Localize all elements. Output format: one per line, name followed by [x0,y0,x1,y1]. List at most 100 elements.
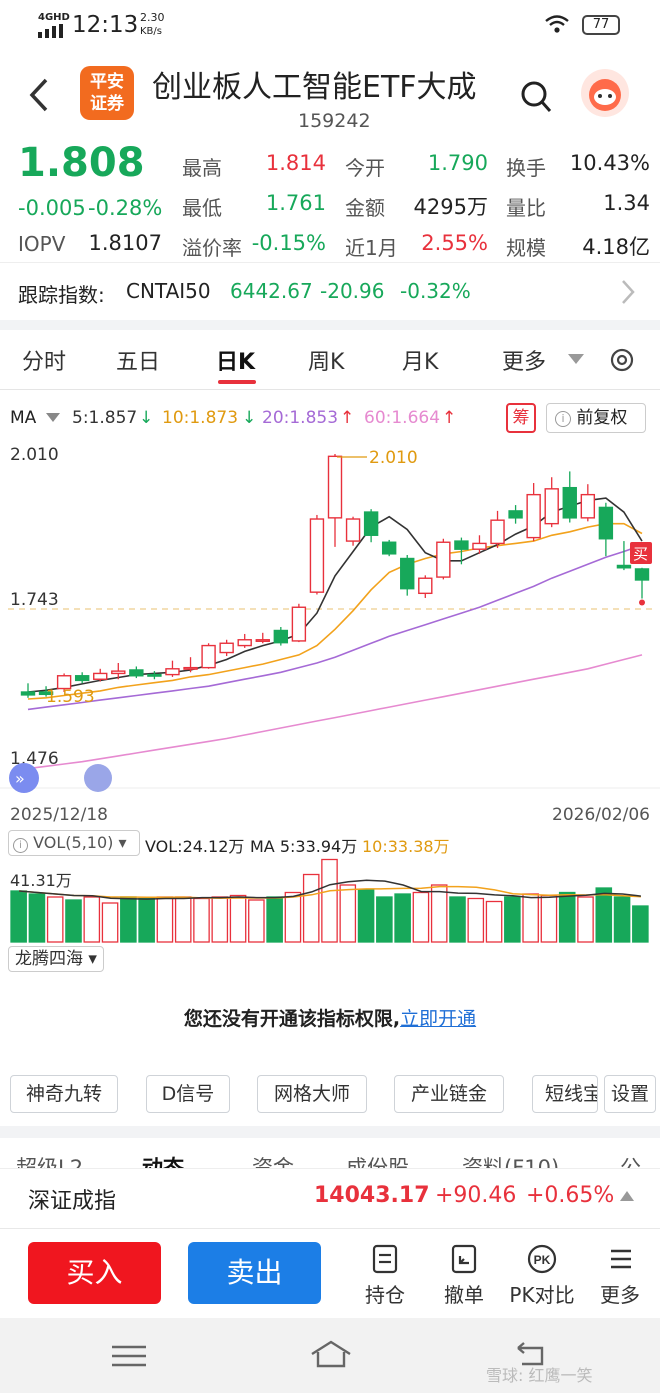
position-button[interactable]: 持仓 [355,1243,415,1308]
undo-icon [451,1244,477,1274]
indicator-btn-settings[interactable]: 设置 [604,1075,656,1113]
candle [201,644,216,669]
search-icon[interactable] [520,80,552,114]
index-change: +90.46 [435,1183,517,1208]
indicator-btn-short[interactable]: 短线宝 [532,1075,598,1113]
active-tab-indicator [218,380,256,384]
ma-selector[interactable]: MA [10,408,36,428]
tracking-index-row[interactable]: 跟踪指数: CNTAI50 6442.67 -20.96 -0.32% [0,262,660,320]
assistant-avatar[interactable] [580,68,630,118]
recent-apps-icon[interactable] [112,1344,146,1368]
tab-monthly-k[interactable]: 月K [402,344,438,376]
tab-more[interactable]: 更多 [502,344,546,376]
last-price-dot [639,599,645,606]
high-value: 1.814 [265,151,326,175]
iopv-value: 1.8107 [88,231,162,255]
y-label-top: 2.010 [10,445,59,465]
month-value: 2.55% [421,231,488,255]
activate-link[interactable]: 立即开通 [400,1008,476,1030]
ma20-line [27,544,643,711]
min-annotation: 1.593 [46,687,95,707]
tab-components[interactable]: 成份股 [346,1152,409,1168]
max-annotation: 2.010 [369,448,418,468]
market-index-bar[interactable]: 深证成指 14043.17 +90.46 +0.65% [0,1168,660,1226]
volume-bar [485,900,503,943]
divider [0,320,660,330]
sell-button[interactable]: 卖出 [188,1242,321,1304]
pk-compare-button[interactable]: PK PK对比 [502,1243,582,1308]
period-tabs: 分时 五日 日K 周K 月K 更多 [0,330,660,390]
tab-daily-k[interactable]: 日K [216,344,255,376]
premium-label: 溢价率 [182,236,242,260]
tab-wuri[interactable]: 五日 [116,344,160,376]
tab-fenshi[interactable]: 分时 [22,344,66,376]
ma20-value: 20:1.853 [262,408,339,428]
tab-funds[interactable]: 资金 [252,1152,294,1168]
volume-bar [266,896,283,943]
tab-f10[interactable]: 资料(F10) [462,1152,559,1168]
tab-announce[interactable]: 公告 [620,1152,660,1168]
tracking-index-change-pct: -0.32% [400,279,471,303]
kline-chart[interactable]: 2.0101.7431.4762.0101.593买»2025/12/18 202… [0,436,660,826]
candle [634,568,650,581]
chip-button[interactable]: 筹 [506,403,536,433]
gear-icon[interactable] [608,346,636,374]
candle [400,557,415,590]
volume-bar [467,897,485,943]
indicator-btn-grid[interactable]: 网格大师 [257,1075,367,1113]
volume-chart[interactable]: 41.31万 [0,858,660,944]
candle [327,455,343,519]
back-icon[interactable] [28,78,50,112]
volume-bar [376,896,393,943]
candle [381,541,397,555]
volume-bar [284,891,302,943]
y-label-mid: 1.743 [10,590,59,610]
volume-bar [138,897,155,943]
index-value: 14043.17 [314,1183,430,1208]
candle [237,639,252,647]
tab-dynamic[interactable]: 动态 [142,1152,184,1168]
indicator-notice: 您还没有开通该指标权限,立即开通 [183,1008,477,1030]
network-type: 4GHD [38,12,70,23]
detail-tabs: 超级L2 动态 资金 成份股 资料(F10) 公告 [0,1138,660,1168]
menu-icon [611,1249,631,1269]
buy-button[interactable]: 买入 [28,1242,161,1304]
indicator-btn-chain[interactable]: 产业链金 [394,1075,504,1113]
candle [562,486,577,519]
info-icon: i [555,411,571,427]
volume-bar [10,890,27,943]
cancel-order-button[interactable]: 撤单 [434,1243,494,1308]
net-speed-unit: KB/s [140,26,162,37]
tab-l2[interactable]: 超级L2 [16,1152,83,1168]
candle [273,629,289,644]
home-icon[interactable] [310,1340,352,1368]
candle [20,691,36,696]
candle [472,542,487,550]
volume-bar [248,899,265,943]
candle [580,493,596,519]
buy-signal-label: 买 [633,545,648,563]
document-icon [372,1244,398,1274]
volume-bar [577,896,594,943]
candle [508,510,523,519]
zoom-icon [84,764,112,792]
candle [544,488,559,525]
volume-selector[interactable]: i VOL(5,10) ▾ [8,830,140,856]
tracking-index-value: 6442.67 [230,279,313,303]
tab-weekly-k[interactable]: 周K [308,344,344,376]
indicator-selector[interactable]: 龙腾四海 ▾ [8,946,104,972]
tracking-label: 跟踪指数: [18,283,105,307]
volume-bar [83,896,101,943]
adjust-button[interactable]: i 前复权 [546,403,646,433]
pk-icon: PK [527,1244,557,1274]
volume-bar [449,896,466,943]
ma60-value: 60:1.664 [364,408,441,428]
tracking-index-name: CNTAI50 [126,279,211,303]
more-button[interactable]: 更多 [592,1243,648,1308]
caret-up-icon [620,1191,634,1201]
indicator-btn-jiuzhuan[interactable]: 神奇九转 [10,1075,118,1113]
vol-ma10: 10:33.38万 [362,837,450,856]
security-code: 159242 [298,110,371,132]
indicator-btn-dsignal[interactable]: D信号 [146,1075,230,1113]
index-change-pct: +0.65% [526,1183,615,1208]
